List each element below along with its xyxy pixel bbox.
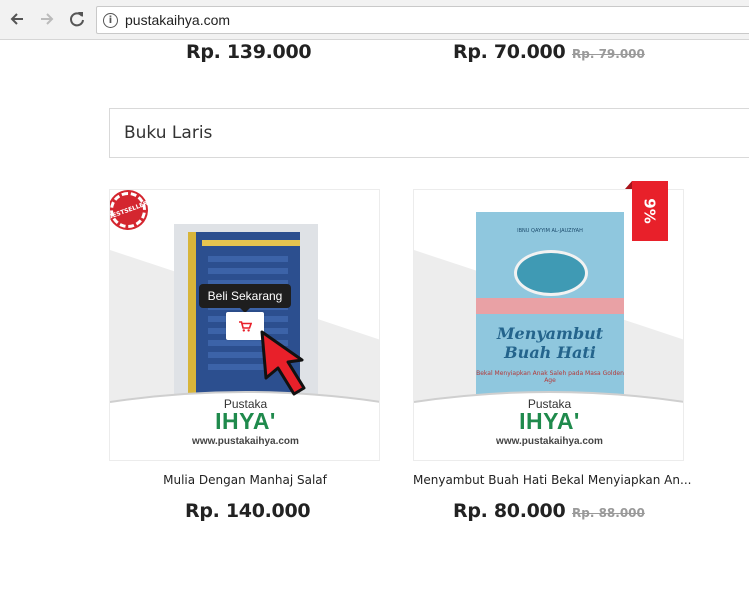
product-price: Rp. 70.000: [453, 41, 566, 63]
reload-icon[interactable]: [66, 8, 88, 30]
cover-calligraphy: [514, 250, 588, 296]
publisher-logo: IHYA': [519, 408, 580, 434]
mouse-pointer-icon: [260, 330, 306, 396]
discount-text: 9%: [641, 198, 659, 224]
product-price: Rp. 139.000: [186, 41, 312, 63]
info-icon[interactable]: i: [103, 13, 118, 28]
product-price: Rp. 80.000: [453, 500, 566, 522]
buy-now-tooltip: Beli Sekarang: [199, 284, 291, 308]
publisher-url: www.pustakaihya.com: [192, 436, 299, 447]
product-title[interactable]: Menyambut Buah Hati Bekal Menyiapkan An.…: [413, 473, 693, 487]
address-bar[interactable]: i pustakaihya.com: [96, 6, 749, 34]
section-title: Buku Laris: [124, 123, 213, 143]
cover-band: [476, 298, 624, 314]
browser-toolbar: i pustakaihya.com: [0, 0, 749, 40]
cover-author: IBNU QAYYIM AL-JAUZIYAH: [517, 228, 583, 234]
forward-arrow-icon[interactable]: [36, 8, 58, 30]
back-arrow-icon[interactable]: [6, 8, 28, 30]
cover-title: Menyambut Buah Hati: [496, 324, 604, 362]
product-price: Rp. 140.000: [185, 500, 311, 522]
cart-icon: [238, 320, 252, 332]
discount-badge: 9%: [632, 181, 668, 241]
discount-ribbon-fold: [625, 181, 632, 189]
product-old-price: Rp. 88.000: [572, 506, 645, 520]
cover-subtitle: Bekal Menyiapkan Anak Saleh pada Masa Go…: [476, 370, 624, 384]
cover-band: [202, 240, 300, 246]
product-image[interactable]: IBNU QAYYIM AL-JAUZIYAH Menyambut Buah H…: [476, 212, 624, 402]
product-title[interactable]: Mulia Dengan Manhaj Salaf: [110, 473, 380, 487]
publisher-logo: IHYA': [215, 408, 276, 434]
product-old-price: Rp. 79.000: [572, 47, 645, 61]
publisher-url: www.pustakaihya.com: [496, 436, 603, 447]
url-text: pustakaihya.com: [125, 12, 231, 28]
section-header: Buku Laris: [109, 108, 749, 158]
